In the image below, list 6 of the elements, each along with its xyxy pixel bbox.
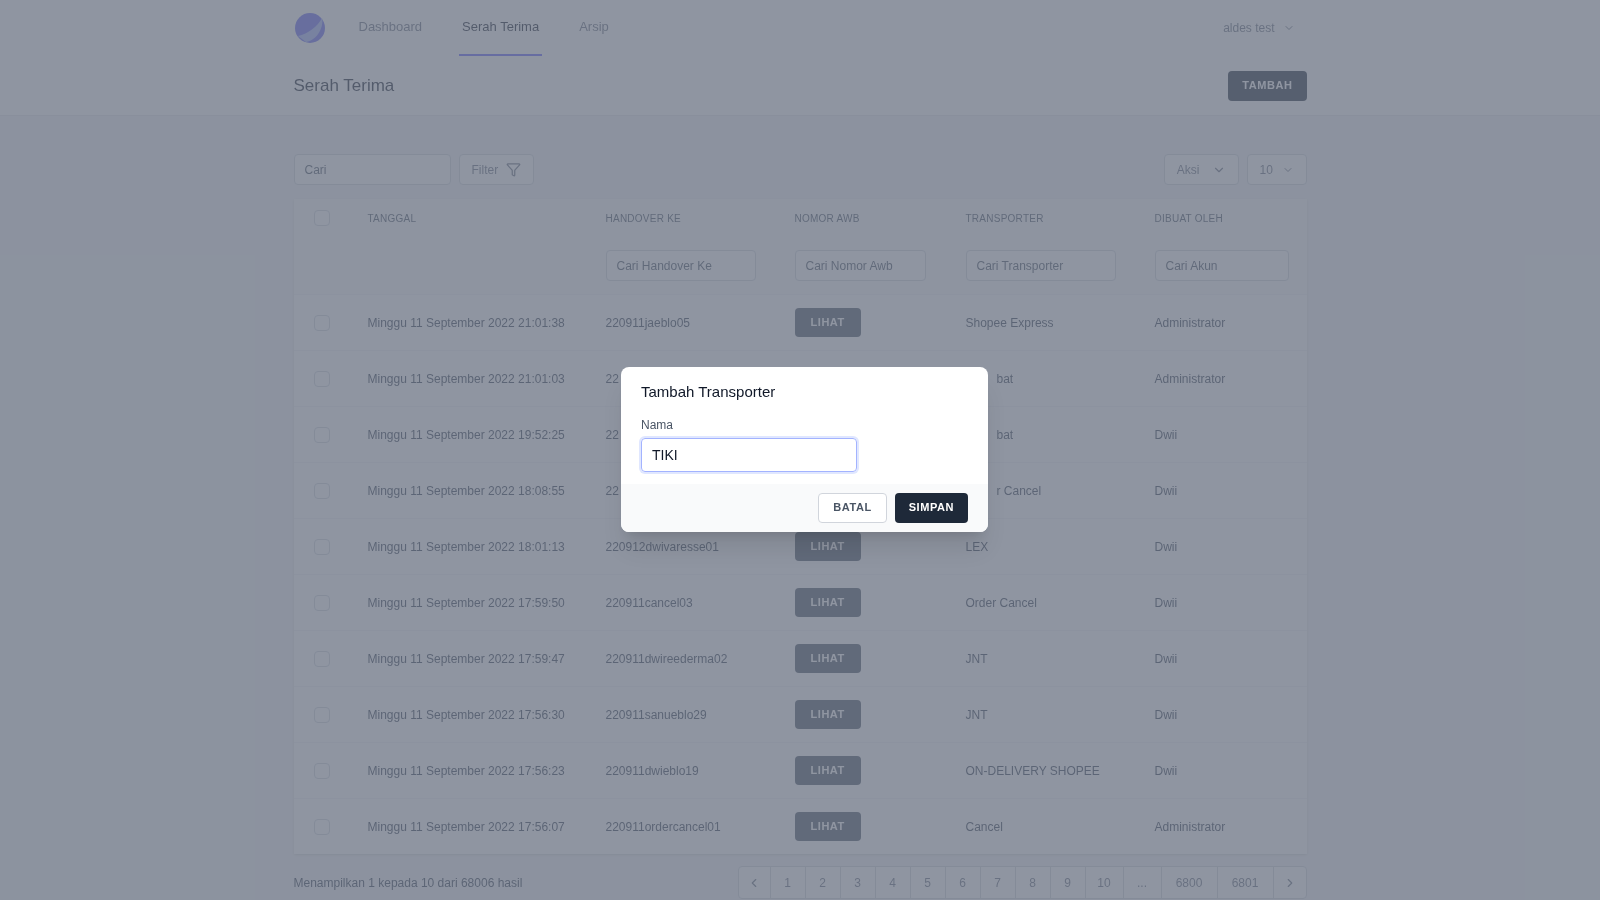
name-field[interactable]: TIKI [641,437,857,472]
save-button[interactable]: SIMPAN [894,492,968,523]
page-title: Serah Terima [293,74,395,97]
cancel-button[interactable]: BATAL [818,492,887,523]
field-label: Nama [641,416,674,434]
dialog-title: Tambah Transporter [641,382,777,402]
